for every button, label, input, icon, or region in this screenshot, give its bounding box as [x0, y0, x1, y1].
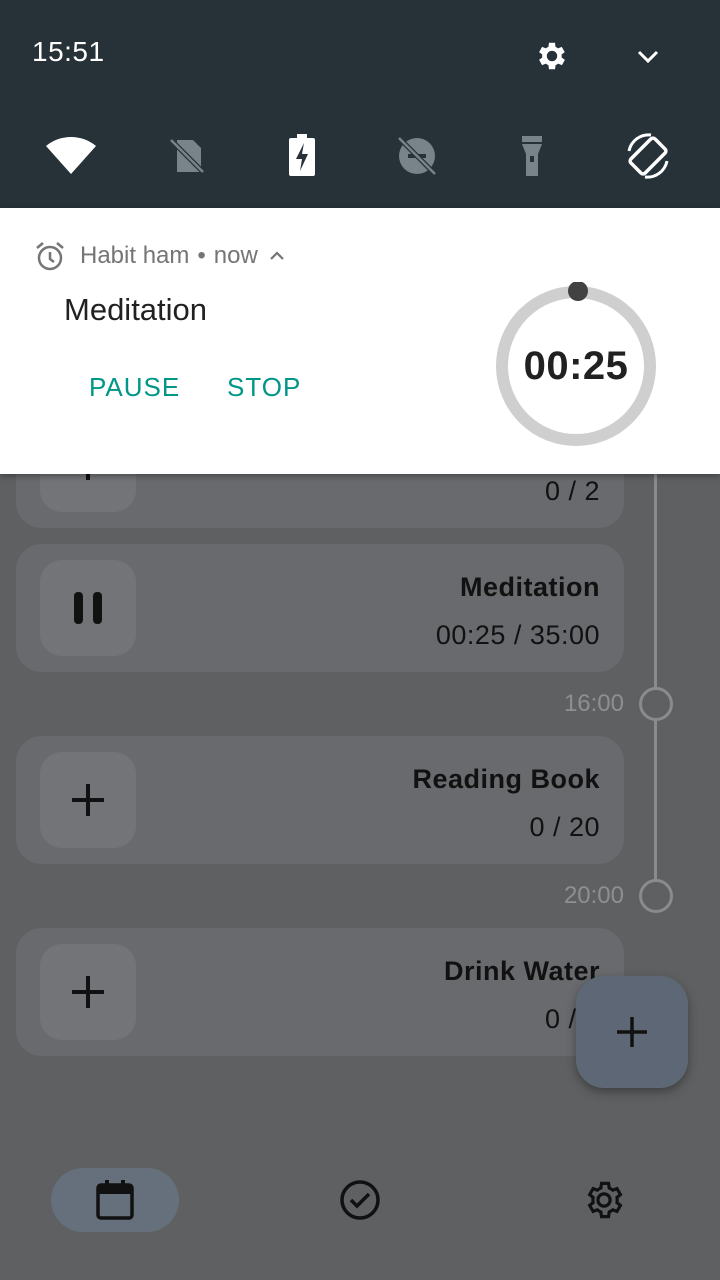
- notification-time: now: [213, 242, 258, 269]
- timeline-dot: [639, 687, 673, 721]
- habit-card-meditation[interactable]: Meditation 00:25 / 35:00: [16, 544, 624, 672]
- nav-completed[interactable]: [296, 1168, 424, 1232]
- stop-action-button[interactable]: STOP: [227, 372, 301, 403]
- add-habit-fab[interactable]: [576, 976, 688, 1088]
- pause-icon: [74, 592, 102, 624]
- pause-button[interactable]: [40, 560, 136, 656]
- bottom-navigation: [0, 1144, 720, 1280]
- habit-progress: 00:25 / 35:00: [435, 620, 600, 650]
- gear-icon: [539, 42, 565, 70]
- habit-card-drink-water[interactable]: Drink Water 0 / 2: [16, 928, 624, 1056]
- add-progress-button[interactable]: [40, 944, 136, 1040]
- habit-title: Reading Book: [412, 764, 600, 794]
- habit-progress: 0 / 2: [544, 476, 600, 506]
- timeline-time-label: 16:00: [563, 690, 624, 717]
- plus-icon: [72, 976, 104, 1008]
- timeline-line: [654, 470, 657, 890]
- timeline-dot: [639, 879, 673, 913]
- data-saver-off-icon: [397, 136, 437, 176]
- habit-card-reading-book[interactable]: Reading Book 0 / 20: [16, 736, 624, 864]
- flashlight-icon: [522, 136, 542, 176]
- wifi-icon: [46, 137, 96, 174]
- chevron-down-icon: [637, 50, 659, 64]
- sim-tile[interactable]: [159, 128, 215, 184]
- check-circle-icon: [340, 1180, 380, 1220]
- settings-button[interactable]: [530, 34, 574, 78]
- data-saver-tile[interactable]: [389, 128, 445, 184]
- auto-rotate-icon: [627, 133, 669, 179]
- status-clock: 15:51: [32, 36, 105, 67]
- calendar-icon: [96, 1180, 134, 1220]
- alarm-clock-icon: [36, 242, 64, 271]
- habit-progress: 0 / 20: [529, 812, 600, 842]
- plus-icon: [617, 1017, 647, 1047]
- battery-tile[interactable]: [274, 128, 330, 184]
- habit-title: Drink Water: [443, 956, 600, 986]
- gear-icon: [587, 1181, 623, 1219]
- collapse-button[interactable]: [626, 34, 670, 78]
- pause-action-button[interactable]: PAUSE: [89, 372, 180, 403]
- notification-header[interactable]: Habit ham • now: [34, 238, 288, 274]
- timer-notification[interactable]: Habit ham • now Meditation PAUSE STOP 00…: [0, 208, 720, 474]
- nav-calendar[interactable]: [51, 1168, 179, 1232]
- auto-rotate-tile[interactable]: [620, 128, 676, 184]
- timeline-time-label: 20:00: [563, 882, 624, 909]
- timer-readout: 00:25: [523, 343, 629, 388]
- notification-app-name: Habit ham: [80, 242, 190, 269]
- no-sim-icon: [169, 138, 205, 174]
- nav-settings[interactable]: [540, 1168, 668, 1232]
- quick-settings-panel: 15:51: [0, 0, 720, 208]
- plus-icon: [72, 784, 104, 816]
- battery-charging-icon: [289, 134, 315, 176]
- habit-title: Meditation: [460, 572, 600, 602]
- wifi-tile[interactable]: [43, 128, 99, 184]
- add-progress-button[interactable]: [40, 752, 136, 848]
- flashlight-tile[interactable]: [504, 128, 560, 184]
- notification-separator: •: [197, 242, 206, 269]
- chevron-up-icon[interactable]: [266, 245, 288, 267]
- notification-title: Meditation: [64, 292, 208, 327]
